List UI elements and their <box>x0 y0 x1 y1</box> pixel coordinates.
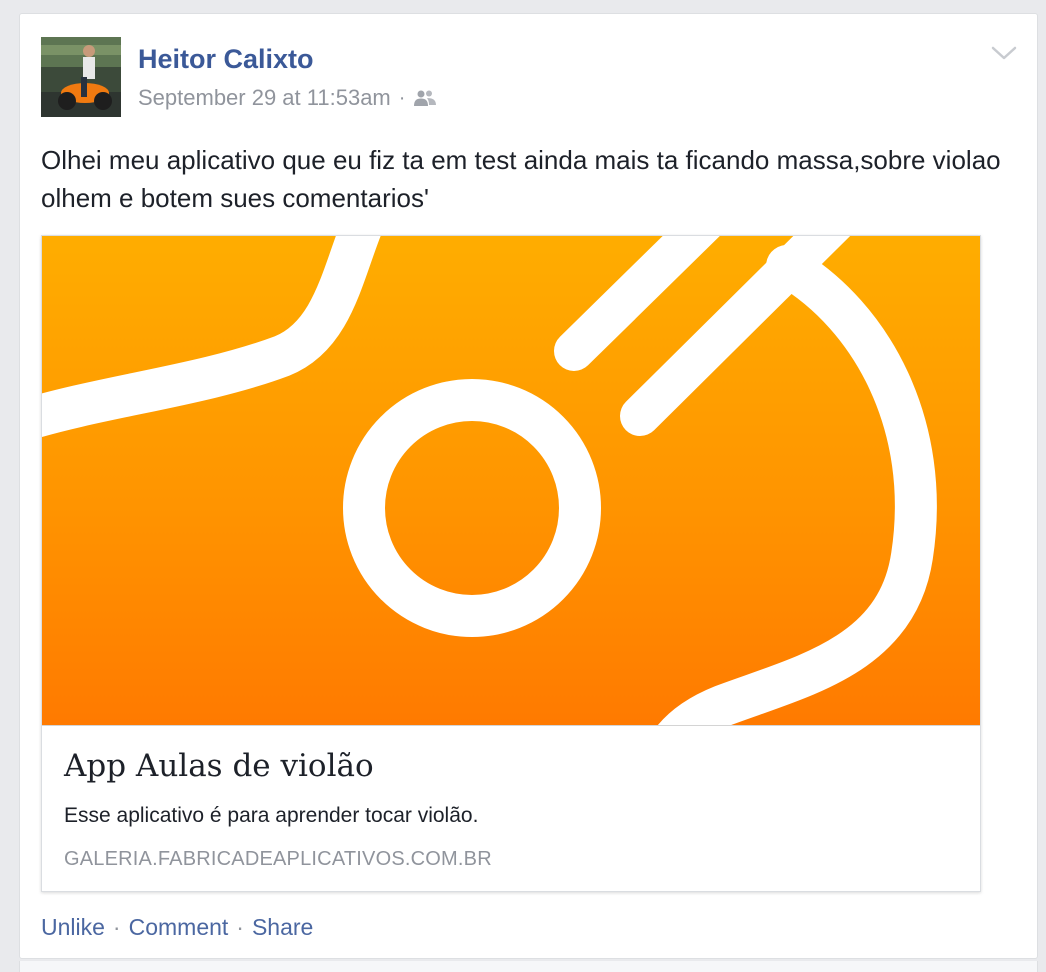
link-preview-domain: GALERIA.FABRICADEAPLICATIVOS.COM.BR <box>64 848 492 870</box>
link-preview-image[interactable] <box>42 236 980 726</box>
guitar-logo <box>42 236 937 725</box>
link-preview-card[interactable]: App Aulas de violão Esse aplicativo é pa… <box>41 235 981 892</box>
share-link[interactable]: Share <box>252 914 313 941</box>
action-separator: · <box>112 913 121 940</box>
avatar[interactable] <box>41 37 121 117</box>
post-timestamp[interactable]: September 29 at 11:53am <box>138 85 391 111</box>
post-footer-strip <box>19 961 1038 972</box>
meta-separator: · <box>398 86 406 109</box>
author-name[interactable]: Heitor Calixto <box>138 42 314 76</box>
link-preview-title[interactable]: App Aulas de violão <box>64 748 374 784</box>
post-text: Olhei meu aplicativo que eu fiz ta em te… <box>41 145 1001 213</box>
avatar-photo <box>41 37 121 117</box>
chevron-down-icon[interactable] <box>990 43 1018 63</box>
unlike-link[interactable]: Unlike <box>41 914 105 941</box>
link-preview-description: Esse aplicativo é para aprender tocar vi… <box>64 804 479 827</box>
post-meta: September 29 at 11:53am · <box>138 83 437 113</box>
post-content: Heitor Calixto September 29 at 11:53am ·… <box>19 13 1038 959</box>
friends-icon[interactable] <box>413 89 437 107</box>
action-separator: · <box>236 913 244 940</box>
comment-link[interactable]: Comment <box>129 914 229 941</box>
post-actions: Unlike · Comment · Share <box>41 912 313 942</box>
